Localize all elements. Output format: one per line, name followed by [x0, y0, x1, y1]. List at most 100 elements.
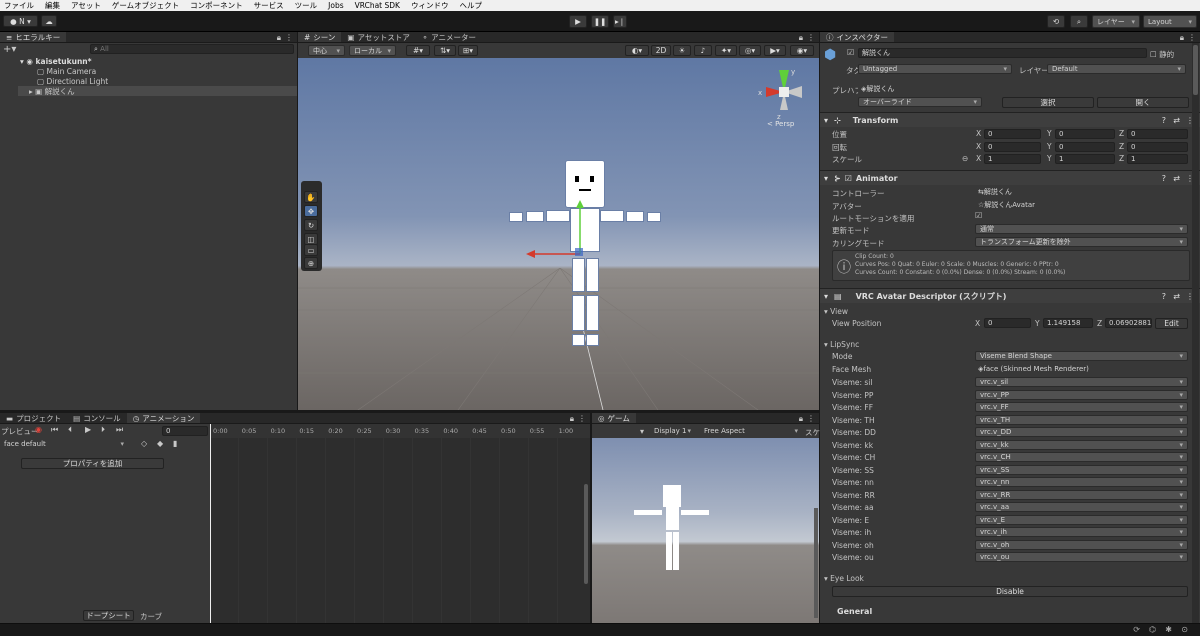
tab-inspector[interactable]: ⓘ インスペクター — [820, 32, 895, 42]
viseme-dropdown[interactable]: vrc.v_RR — [975, 489, 1188, 500]
viseme-dropdown[interactable]: vrc.v_kk — [975, 439, 1188, 450]
game-viewport[interactable] — [592, 438, 819, 623]
avatar-field[interactable]: ☆ 解説くんAvatar — [975, 200, 1188, 210]
face-mesh-field[interactable]: ◈ face (Skinned Mesh Renderer) — [975, 364, 1188, 374]
view-z-input[interactable]: 0.06902881 — [1105, 318, 1152, 328]
next-frame-icon[interactable]: ⏵ — [101, 425, 105, 435]
update-mode-dropdown[interactable]: 通常 — [975, 224, 1188, 234]
menu-item[interactable]: ヘルプ — [459, 0, 482, 11]
network-icon[interactable]: ⌬ — [1149, 625, 1156, 634]
help-icon[interactable]: ? — [1162, 174, 1166, 183]
persp-label[interactable]: < Persp — [767, 120, 794, 128]
hand-tool-icon[interactable]: ✋ — [304, 191, 318, 203]
chevron-down-icon[interactable]: ▾ — [640, 427, 644, 436]
more-icon[interactable]: ⋮ — [807, 414, 815, 423]
overrides-dropdown[interactable]: オーバーライド — [858, 97, 982, 107]
more-icon[interactable]: ⋮ — [1188, 33, 1196, 42]
play-icon[interactable]: ▶ — [85, 425, 91, 434]
layout-dropdown[interactable]: Layout — [1143, 15, 1197, 28]
vertical-scrollbar[interactable] — [584, 484, 588, 584]
record-icon[interactable]: ◉ — [35, 425, 42, 434]
transform-tool-icon[interactable]: ⊕ — [304, 257, 318, 269]
menu-item[interactable]: VRChat SDK — [355, 1, 400, 10]
progress-icon[interactable]: ⟳ — [1133, 625, 1140, 634]
shading-icon[interactable]: ◐▾ — [625, 45, 649, 56]
menu-item[interactable]: ファイル — [4, 0, 34, 11]
transform-y-input[interactable]: 0 — [1055, 141, 1115, 152]
vertical-scrollbar[interactable] — [814, 508, 818, 618]
culling-mode-dropdown[interactable]: トランスフォーム更新を除外 — [975, 237, 1188, 247]
tab-hierarchy[interactable]: ≡ ヒエラルキー — [0, 32, 67, 42]
active-checkbox[interactable]: ☑ — [847, 48, 854, 57]
visibility-icon[interactable]: ◎▾ — [739, 45, 761, 56]
mode-dropdown[interactable]: Viseme Blend Shape — [975, 351, 1188, 361]
viseme-dropdown[interactable]: vrc.v_aa — [975, 502, 1188, 512]
pause-button[interactable]: ❚❚ — [591, 15, 609, 28]
rotate-tool-icon[interactable]: ↻ — [304, 219, 318, 231]
tab-asset-store[interactable]: ▣ アセットストア — [341, 32, 415, 42]
curves-button[interactable]: カーブ — [140, 611, 162, 622]
scrollbar-thumb[interactable] — [1193, 45, 1198, 95]
enabled-checkbox[interactable]: ☑ — [845, 174, 852, 183]
link-icon[interactable]: ⊖ — [962, 154, 968, 163]
viseme-dropdown[interactable]: vrc.v_PP — [975, 389, 1188, 400]
menu-item[interactable]: アセット — [71, 0, 101, 11]
select-button[interactable]: 選択 — [1002, 97, 1094, 108]
more-icon[interactable]: ⋮ — [285, 33, 293, 42]
rect-tool-icon[interactable]: ▭ — [304, 244, 318, 256]
hierarchy-search-input[interactable]: ⌕ All — [90, 44, 294, 54]
viseme-dropdown[interactable]: vrc.v_ih — [975, 527, 1188, 537]
snap-increment-icon[interactable]: ⇅▾ — [434, 45, 456, 56]
open-button[interactable]: 開く — [1097, 97, 1189, 108]
transform-z-input[interactable]: 0 — [1127, 129, 1188, 139]
timeline-ruler[interactable]: 0:00 0:05 0:10 0:15 0:20 0:25 0:30 0:35 0:40 0:45… — [210, 424, 590, 438]
last-frame-icon[interactable]: ⏭ — [116, 425, 123, 435]
play-button[interactable]: ▶ — [569, 15, 587, 28]
display-dropdown[interactable]: Display 1 — [650, 426, 695, 436]
clip-dropdown[interactable]: face default — [0, 439, 128, 449]
scene-root[interactable]: ▾ ◉ kaisetukunn* — [20, 57, 92, 66]
list-item[interactable]: ▢ Main Camera — [37, 67, 96, 76]
transform-y-input[interactable]: 1 — [1055, 154, 1115, 164]
controller-field[interactable]: ⇆ 解説くん — [975, 187, 1188, 197]
preview-label[interactable]: プレビュー — [1, 426, 39, 437]
frame-input[interactable]: 0 — [162, 426, 208, 436]
ruler-icon[interactable]: ⊞▾ — [458, 45, 478, 56]
effects-icon[interactable]: ✦▾ — [715, 45, 737, 56]
move-tool-icon[interactable]: ✥ — [304, 205, 318, 217]
viseme-dropdown[interactable]: vrc.v_SS — [975, 464, 1188, 475]
list-item[interactable]: ▢ Directional Light — [37, 77, 108, 86]
view-foldout[interactable]: ▾ View — [824, 307, 848, 316]
transform-x-input[interactable]: 0 — [984, 141, 1041, 152]
lock-icon[interactable]: 🔒︎ — [799, 414, 803, 424]
gizmos-icon[interactable]: ◉▾ — [790, 45, 814, 56]
tab-game[interactable]: ◎ ゲーム — [592, 413, 636, 423]
settings-icon[interactable]: ⇄ — [1173, 116, 1180, 125]
add-property-button[interactable]: プロパティを追加 — [21, 458, 164, 469]
lock-icon[interactable]: 🔒︎ — [570, 414, 574, 424]
tab-project[interactable]: ▬ プロジェクト — [0, 413, 67, 423]
add-keyframe-icon[interactable]: ◇ — [141, 439, 147, 448]
collapse-icon[interactable]: ⊙ — [1181, 625, 1188, 634]
playhead[interactable] — [210, 424, 211, 623]
history-icon[interactable]: ⟲ — [1047, 15, 1065, 28]
add-icon[interactable]: +▾ — [3, 44, 16, 55]
search-icon[interactable]: ⌕ — [1070, 15, 1088, 28]
help-icon[interactable]: ? — [1162, 292, 1166, 301]
more-icon[interactable]: ⋮ — [807, 33, 815, 42]
menu-item[interactable]: ウィンドウ — [411, 0, 449, 11]
animation-timeline[interactable]: 0:00 0:05 0:10 0:15 0:20 0:25 0:30 0:35 0:40 0:45… — [210, 424, 590, 623]
transform-z-input[interactable]: 0 — [1127, 141, 1188, 152]
tab-console[interactable]: ▤ コンソール — [67, 413, 127, 423]
pivot-dropdown[interactable]: 中心 — [308, 45, 345, 56]
menu-item[interactable]: ゲームオブジェクト — [112, 0, 179, 11]
lock-icon[interactable]: 🔒︎ — [277, 33, 281, 43]
scene-viewport[interactable]: y x z < Persp ✋ ✥ ↻ ◫ ▭ ⊕ — [298, 58, 819, 410]
menu-item[interactable]: コンポーネント — [190, 0, 243, 11]
tag-dropdown[interactable]: Untagged — [858, 64, 1012, 74]
orientation-gizmo[interactable]: y x z — [754, 64, 814, 122]
cloud-icon[interactable]: ☁ — [41, 15, 57, 27]
step-button[interactable]: ▸❘ — [613, 15, 627, 28]
viseme-dropdown[interactable]: vrc.v_oh — [975, 539, 1188, 550]
transform-y-input[interactable]: 0 — [1055, 129, 1115, 139]
